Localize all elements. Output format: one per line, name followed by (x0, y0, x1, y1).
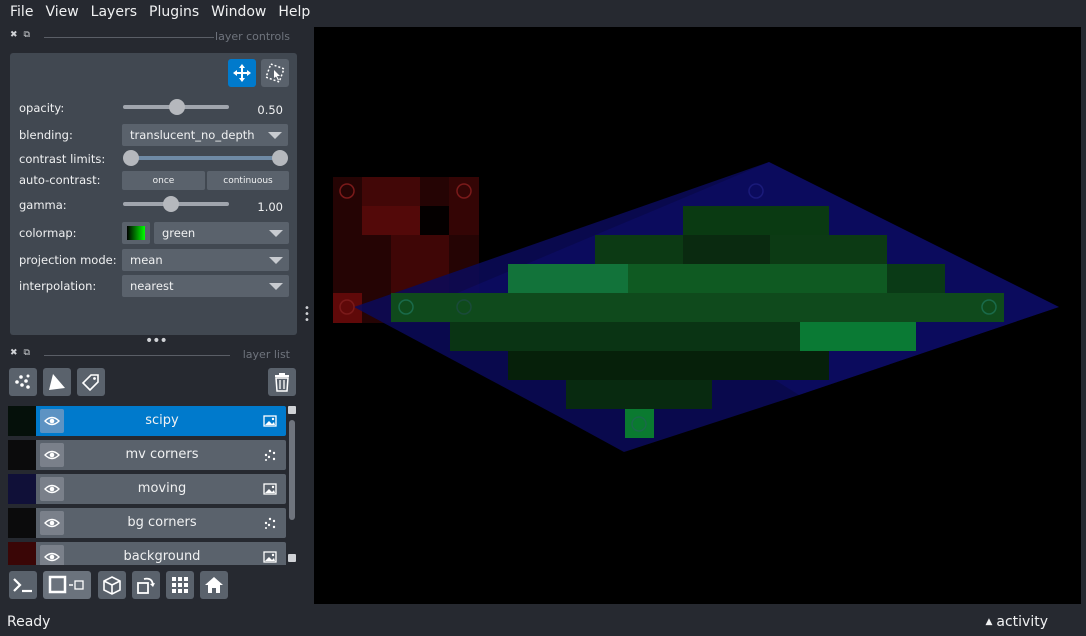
layer-thumbnail (8, 542, 36, 565)
layer-thumbnail (8, 406, 36, 436)
ndisplay-toggle-button[interactable] (43, 571, 91, 599)
roll-dimensions-button[interactable] (98, 571, 126, 599)
activity-button[interactable]: ▲ activity (985, 614, 1048, 630)
layer-thumbnail (8, 474, 36, 504)
layer-row[interactable]: moving (8, 474, 286, 504)
grid-view-button[interactable] (166, 571, 194, 599)
points-icon (262, 515, 278, 531)
eye-icon (44, 416, 60, 426)
points-icon (262, 447, 278, 463)
layer-name: background (123, 549, 201, 564)
layer-name: mv corners (125, 447, 199, 462)
visibility-toggle[interactable] (40, 409, 64, 433)
eye-icon (44, 518, 60, 528)
eye-icon (44, 450, 60, 460)
layer-name: moving (137, 481, 187, 496)
status-text: Ready (7, 614, 51, 630)
image-icon (262, 549, 278, 565)
visibility-toggle[interactable] (40, 477, 64, 501)
layer-name: bg corners (127, 515, 197, 530)
layer-list: scipy mv corners moving bg corners backgroun… (0, 0, 300, 565)
2d-3d-icon (48, 575, 84, 594)
activity-label: activity (996, 614, 1048, 630)
grid-icon (172, 577, 188, 593)
layer-row[interactable]: bg corners (8, 508, 286, 538)
scroll-up-arrow[interactable] (288, 406, 296, 414)
layer-name: scipy (145, 413, 179, 428)
layer-row[interactable]: background (8, 542, 286, 565)
visibility-toggle[interactable] (40, 511, 64, 535)
scroll-down-arrow[interactable] (288, 554, 296, 562)
visibility-toggle[interactable] (40, 545, 64, 565)
canvas-rendering (333, 162, 1059, 452)
layer-row[interactable]: mv corners (8, 440, 286, 470)
layer-thumbnail (8, 440, 36, 470)
status-bar: Ready ▲ activity (0, 607, 1086, 636)
rotate-icon (137, 577, 155, 594)
caret-up-icon: ▲ (985, 617, 993, 627)
layer-list-scrollbar[interactable] (288, 406, 296, 562)
image-icon (262, 481, 278, 497)
scrollbar-thumb[interactable] (289, 420, 295, 520)
reset-view-button[interactable] (200, 571, 228, 599)
visibility-toggle[interactable] (40, 443, 64, 467)
home-icon (205, 577, 223, 593)
image-icon (262, 413, 278, 429)
eye-icon (44, 552, 60, 562)
eye-icon (44, 484, 60, 494)
console-button[interactable] (9, 571, 37, 599)
terminal-icon (13, 578, 32, 593)
layer-thumbnail (8, 508, 36, 538)
transpose-button[interactable] (132, 571, 160, 599)
cube-icon (103, 576, 121, 595)
layer-row[interactable]: scipy (8, 406, 286, 436)
viewer-canvas[interactable] (314, 27, 1081, 604)
panel-splitter-handle[interactable]: • • • (304, 304, 310, 326)
